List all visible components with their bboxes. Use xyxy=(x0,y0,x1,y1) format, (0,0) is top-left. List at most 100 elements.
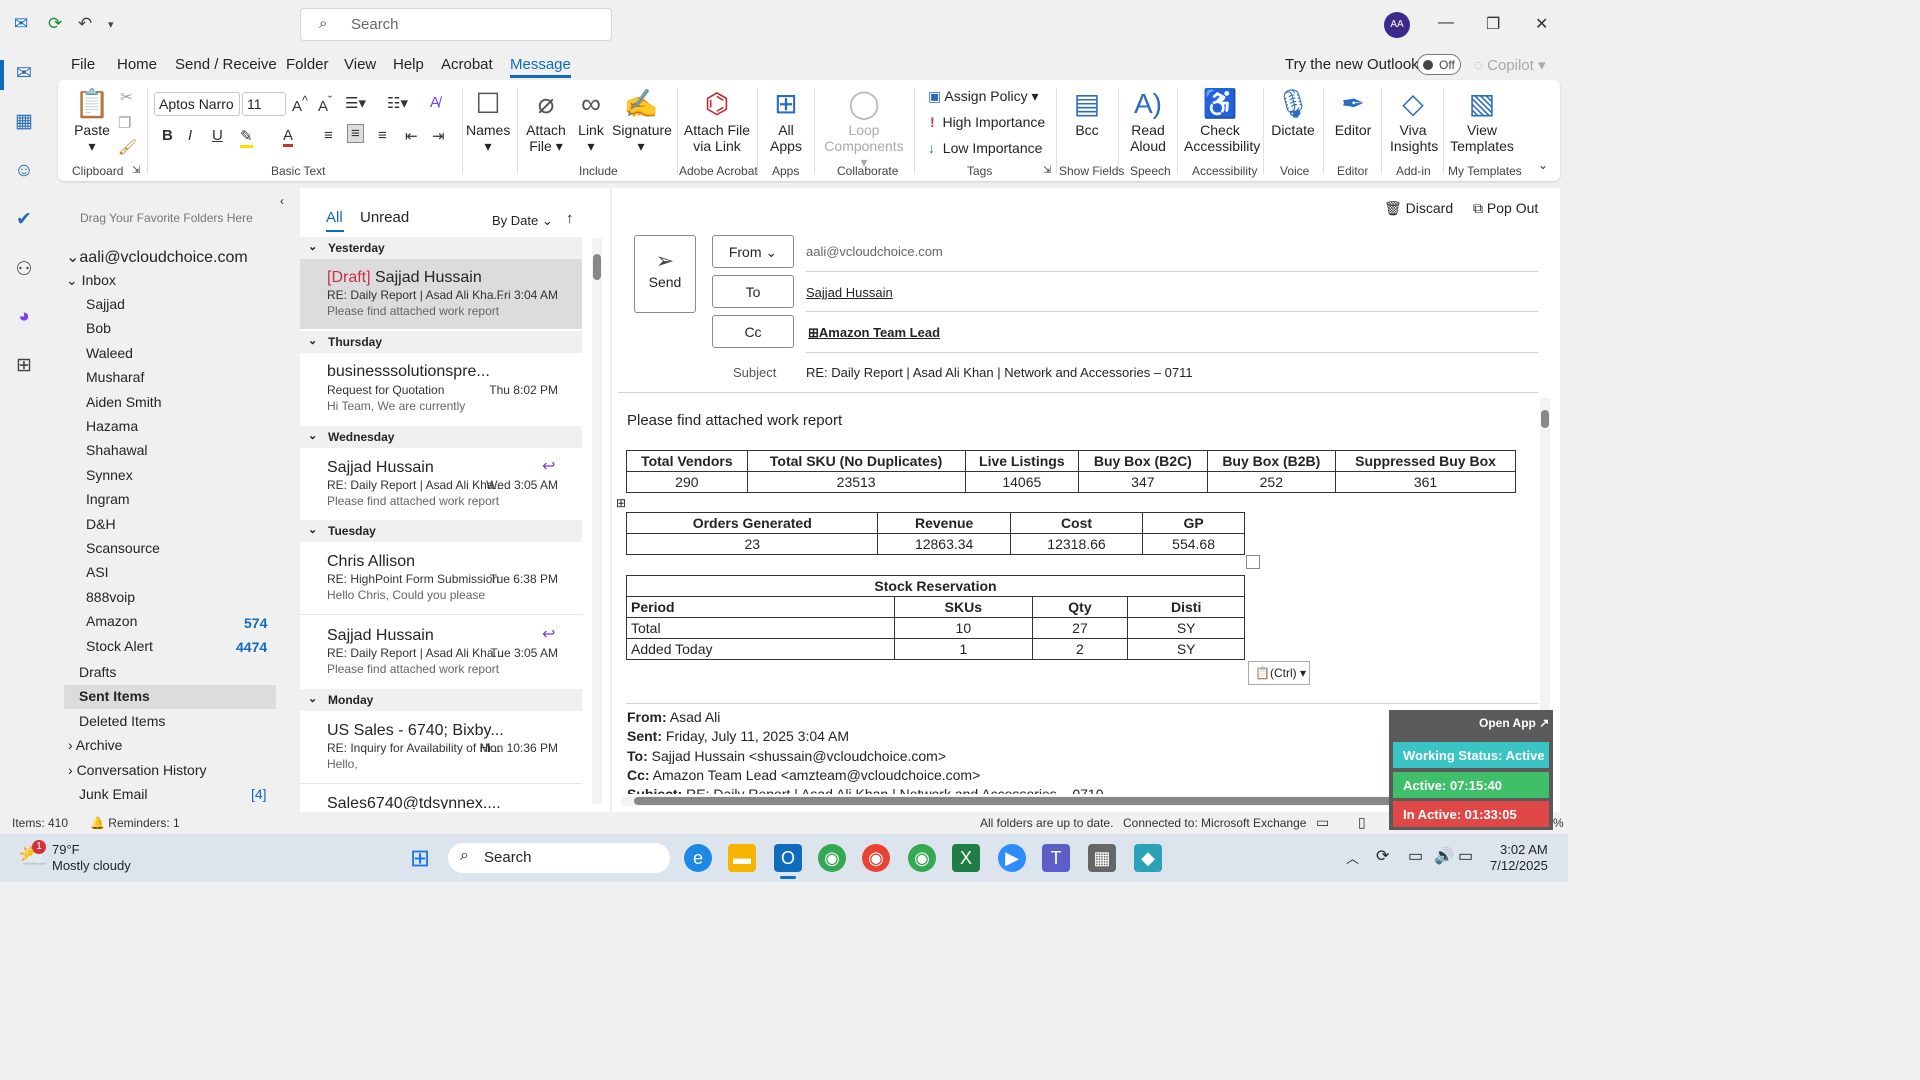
dictate-button[interactable]: 🎙 Dictate xyxy=(1270,86,1316,138)
copilot-app-icon[interactable]: ◕ xyxy=(12,306,36,330)
table-move-handle-icon[interactable]: ⊞ xyxy=(616,496,626,510)
table-header-cell[interactable]: Buy Box (B2B) xyxy=(1206,450,1337,472)
normal-view-icon[interactable]: ▭ xyxy=(1316,814,1329,831)
inventory-table[interactable]: Total Vendors Total SKU (No Duplicates) Li… xyxy=(626,450,1516,493)
people-icon[interactable]: ☺ xyxy=(12,160,36,184)
dialog-launcher-icon[interactable]: ⇲ xyxy=(132,165,140,176)
table-cell[interactable]: SY xyxy=(1127,638,1245,660)
to-field[interactable]: Sajjad Hussain xyxy=(806,285,893,300)
subject-field[interactable]: RE: Daily Report | Asad Ali Khan | Netwo… xyxy=(806,365,1193,380)
sync-icon[interactable]: ⟳ xyxy=(48,14,62,34)
signature-button[interactable]: ✍ Signature ▾ xyxy=(612,86,672,154)
table-resize-handle[interactable] xyxy=(1246,555,1260,569)
menu-file[interactable]: File xyxy=(71,56,95,73)
compose-scroll-thumb[interactable] xyxy=(1541,410,1549,428)
table-header-cell[interactable]: Disti xyxy=(1127,596,1245,618)
mail-icon[interactable]: ✉ xyxy=(12,62,36,86)
align-right-icon[interactable]: ≡ xyxy=(378,127,387,144)
italic-icon[interactable]: I xyxy=(188,127,192,144)
tracker-app-icon[interactable]: ◆ xyxy=(1134,844,1162,872)
excel-icon[interactable]: X xyxy=(952,844,980,872)
paste-button[interactable]: 📋 Paste ▾ xyxy=(72,86,112,154)
sync-tray-icon[interactable]: ⟳ xyxy=(1376,846,1389,866)
chrome-icon[interactable]: ◉ xyxy=(818,844,846,872)
sort-direction-icon[interactable]: ↑ xyxy=(566,210,574,227)
viva-insights-button[interactable]: ◇ Viva Insights xyxy=(1390,86,1438,154)
names-button[interactable]: ☐ Names ▾ xyxy=(466,86,510,154)
font-name-dropdown[interactable]: Aptos Narro xyxy=(154,92,240,116)
underline-icon[interactable]: U xyxy=(212,127,223,144)
group-header-wednesday[interactable]: ⌄ Wednesday xyxy=(300,426,582,448)
grow-font-icon[interactable]: A^ xyxy=(292,94,308,115)
folder-item[interactable]: Hazama xyxy=(86,418,138,434)
close-icon[interactable]: ✕ xyxy=(1535,14,1548,34)
font-color-icon[interactable]: A xyxy=(283,127,294,147)
battery-icon[interactable]: ▭ xyxy=(1458,846,1473,866)
list-item[interactable]: US Sales - 6740; Bixby... RE: Inquiry fo… xyxy=(300,711,582,781)
link-button[interactable]: ∞ Link ▾ xyxy=(572,86,610,154)
zoom-icon[interactable]: ▶ xyxy=(998,844,1026,872)
view-templates-button[interactable]: ▧ View Templates xyxy=(1450,86,1514,154)
folder-junk-email[interactable]: Junk Email xyxy=(79,786,147,802)
table-header-cell[interactable]: Cost xyxy=(1009,512,1144,534)
align-center-icon[interactable]: ≡ xyxy=(347,124,364,143)
teams-icon[interactable]: T xyxy=(1042,844,1070,872)
from-button[interactable]: From ⌄ xyxy=(712,235,794,268)
low-importance-button[interactable]: ↓ Low Importance xyxy=(928,140,1042,156)
table-cell[interactable]: 2 xyxy=(1031,638,1129,660)
sort-by-date-dropdown[interactable]: By Date ⌄ xyxy=(492,213,553,229)
table-cell[interactable]: 23513 xyxy=(746,471,966,493)
bcc-button[interactable]: ▤ Bcc xyxy=(1066,86,1108,138)
table-header-cell[interactable]: Total SKU (No Duplicates) xyxy=(746,450,966,472)
align-left-icon[interactable]: ≡ xyxy=(324,127,333,144)
assign-policy-button[interactable]: ▣ Assign Policy ▾ xyxy=(928,88,1039,104)
minimize-icon[interactable]: — xyxy=(1438,14,1454,32)
font-size-dropdown[interactable]: 11 xyxy=(242,92,286,116)
orders-table[interactable]: Orders Generated Revenue Cost GP 23 12863.34… xyxy=(625,512,1245,555)
table-cell[interactable]: SY xyxy=(1127,617,1245,639)
table-cell[interactable]: Added Today xyxy=(625,638,896,660)
table-cell[interactable]: 27 xyxy=(1031,617,1129,639)
folder-archive[interactable]: › Archive xyxy=(68,737,122,753)
to-button[interactable]: To xyxy=(712,275,794,308)
folder-item[interactable]: D&H xyxy=(86,516,116,532)
folder-conversation-history[interactable]: › Conversation History xyxy=(68,762,207,778)
list-item[interactable]: Sajjad Hussain ↩ RE: Daily Report | Asad… xyxy=(300,448,582,518)
folder-item[interactable]: 888voip xyxy=(86,589,135,605)
folder-item[interactable]: Amazon xyxy=(86,613,137,629)
decrease-indent-icon[interactable]: ⇤ xyxy=(405,127,418,145)
folder-item[interactable]: ASI xyxy=(86,564,109,580)
volume-icon[interactable]: 🔊 xyxy=(1434,846,1454,866)
avatar[interactable]: AA xyxy=(1384,12,1410,38)
filter-unread-tab[interactable]: Unread xyxy=(360,209,409,226)
table-cell[interactable]: 14065 xyxy=(964,471,1080,493)
group-header-tuesday[interactable]: ⌄ Tuesday xyxy=(300,520,582,542)
format-painter-icon[interactable]: 🖌 xyxy=(118,138,137,156)
folder-item[interactable]: Scansource xyxy=(86,540,160,556)
numbering-icon[interactable]: ☷▾ xyxy=(387,94,408,112)
folder-item[interactable]: Sajjad xyxy=(86,296,125,312)
table-header-cell[interactable]: GP xyxy=(1142,512,1245,534)
table-header-cell[interactable]: SKUs xyxy=(894,596,1033,618)
calculator-icon[interactable]: ▦ xyxy=(1088,844,1116,872)
body-intro[interactable]: Please find attached work report xyxy=(627,412,842,429)
open-app-link[interactable]: Open App ↗ xyxy=(1479,716,1549,730)
folder-item[interactable]: Aiden Smith xyxy=(86,394,161,410)
copilot-button[interactable]: ◌ Copilot ▾ xyxy=(1474,56,1546,74)
table-cell[interactable]: 554.68 xyxy=(1142,533,1245,555)
clock-time[interactable]: 3:02 AM xyxy=(1500,842,1548,857)
bullets-icon[interactable]: ☰▾ xyxy=(345,94,366,112)
from-field[interactable]: aali@vcloudchoice.com xyxy=(806,244,943,259)
dialog-launcher-icon[interactable]: ⇲ xyxy=(1043,165,1051,176)
todo-icon[interactable]: ✔ xyxy=(12,208,36,232)
list-item[interactable]: [Draft] Sajjad Hussain RE: Daily Report … xyxy=(300,259,582,329)
cc-button[interactable]: Cc xyxy=(712,315,794,348)
outlook-taskbar-icon[interactable]: O xyxy=(774,844,802,872)
windows-start-icon[interactable]: ⊞ xyxy=(410,844,430,873)
collapse-pane-icon[interactable]: ‹ xyxy=(280,194,284,208)
calendar-icon[interactable]: ▦ xyxy=(12,110,36,134)
folder-item[interactable]: Musharaf xyxy=(86,369,144,385)
table-header-cell[interactable]: Revenue xyxy=(877,512,1011,534)
folder-inbox[interactable]: ⌄ Inbox xyxy=(66,272,116,289)
menu-folder[interactable]: Folder xyxy=(286,56,329,73)
